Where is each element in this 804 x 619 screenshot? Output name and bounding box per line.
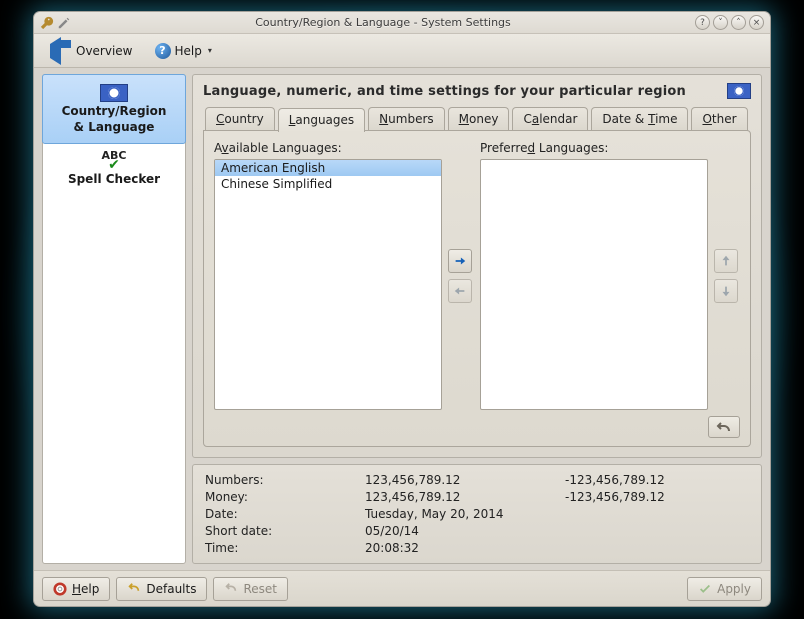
example-value [565, 524, 749, 538]
help-button-footer[interactable]: Help [42, 577, 110, 601]
arrow-right-icon [453, 254, 467, 268]
move-up-button[interactable] [714, 249, 738, 273]
overview-label: Overview [76, 44, 133, 58]
examples-panel: Numbers:123,456,789.12-123,456,789.12 Mon… [192, 464, 762, 564]
sidebar-item-spell-checker[interactable]: ABC ✔ Spell Checker [43, 143, 185, 195]
help-button[interactable]: ? [695, 15, 710, 30]
example-value: 20:08:32 [365, 541, 565, 555]
minimize-button[interactable]: ˅ [713, 15, 728, 30]
move-down-button[interactable] [714, 279, 738, 303]
page-heading: Language, numeric, and time settings for… [203, 84, 727, 99]
tab-numbers[interactable]: Numbers [368, 107, 444, 131]
titlebar-left-icons [40, 16, 71, 30]
defaults-button[interactable]: Defaults [116, 577, 207, 601]
sidebar-item-label: Country/Region [62, 105, 167, 119]
tab-languages[interactable]: Languages [278, 108, 365, 132]
sidebar-item-region-language[interactable]: Country/Region & Language [42, 74, 186, 144]
maximize-button[interactable]: ˄ [731, 15, 746, 30]
tab-languages-body: Available Languages: American EnglishChi… [203, 130, 751, 447]
undo-icon [127, 582, 141, 596]
undo-icon [715, 420, 733, 434]
example-label: Money: [205, 490, 365, 504]
titlebar: Country/Region & Language - System Setti… [34, 12, 770, 34]
example-label: Short date: [205, 524, 365, 538]
chevron-down-icon: ▾ [208, 46, 212, 55]
example-value: 123,456,789.12 [365, 490, 565, 504]
help-icon: ? [155, 43, 171, 59]
close-button[interactable]: × [749, 15, 764, 30]
preferred-languages-list[interactable] [480, 159, 708, 410]
tab-money[interactable]: Money [448, 107, 510, 131]
arrow-left-icon [453, 284, 467, 298]
example-label: Time: [205, 541, 365, 555]
add-language-button[interactable] [448, 249, 472, 273]
example-value: -123,456,789.12 [565, 490, 749, 504]
reset-button[interactable]: Reset [213, 577, 288, 601]
sidebar: Country/Region & Language ABC ✔ Spell Ch… [42, 74, 186, 564]
check-icon: ✔ [108, 161, 120, 169]
overview-button[interactable]: Overview [44, 41, 139, 61]
example-label: Date: [205, 507, 365, 521]
tab-date-time[interactable]: Date & Time [591, 107, 688, 131]
help-menu-button[interactable]: ? Help ▾ [149, 40, 218, 62]
available-languages-list[interactable]: American EnglishChinese Simplified [214, 159, 442, 410]
example-value: Tuesday, May 20, 2014 [365, 507, 565, 521]
check-icon [698, 582, 712, 596]
available-label: Available Languages: [214, 141, 442, 155]
arrow-up-icon [719, 254, 733, 268]
tab-other[interactable]: Other [691, 107, 747, 131]
example-value: -123,456,789.12 [565, 473, 749, 487]
sidebar-item-label: Spell Checker [68, 173, 160, 187]
revert-button[interactable] [708, 416, 740, 438]
arrow-left-icon [50, 37, 61, 65]
example-value: 123,456,789.12 [365, 473, 565, 487]
screwdriver-icon [57, 16, 71, 30]
help-label: Help [175, 44, 202, 58]
wrench-icon [40, 16, 54, 30]
tab-country[interactable]: Country [205, 107, 275, 131]
window-title: Country/Region & Language - System Setti… [75, 16, 691, 29]
flag-icon [100, 84, 128, 102]
example-value [565, 507, 749, 521]
footer: Help Defaults Reset Apply [34, 570, 770, 606]
list-item[interactable]: American English [215, 160, 441, 176]
arrow-down-icon [719, 284, 733, 298]
tabs: CountryLanguagesNumbersMoneyCalendarDate… [203, 107, 751, 131]
region-flag-icon [727, 83, 751, 99]
example-label: Numbers: [205, 473, 365, 487]
settings-window: Country/Region & Language - System Setti… [34, 12, 770, 606]
lifebuoy-icon [53, 582, 67, 596]
list-item[interactable]: Chinese Simplified [215, 176, 441, 192]
toolbar: Overview ? Help ▾ [34, 34, 770, 68]
sidebar-item-label: & Language [74, 121, 155, 135]
example-value [565, 541, 749, 555]
tab-calendar[interactable]: Calendar [512, 107, 588, 131]
remove-language-button[interactable] [448, 279, 472, 303]
undo-icon [224, 582, 238, 596]
apply-button[interactable]: Apply [687, 577, 762, 601]
window-controls: ? ˅ ˄ × [695, 15, 764, 30]
main-panel: Language, numeric, and time settings for… [192, 74, 762, 458]
preferred-label: Preferred Languages: [480, 141, 708, 155]
example-value: 05/20/14 [365, 524, 565, 538]
